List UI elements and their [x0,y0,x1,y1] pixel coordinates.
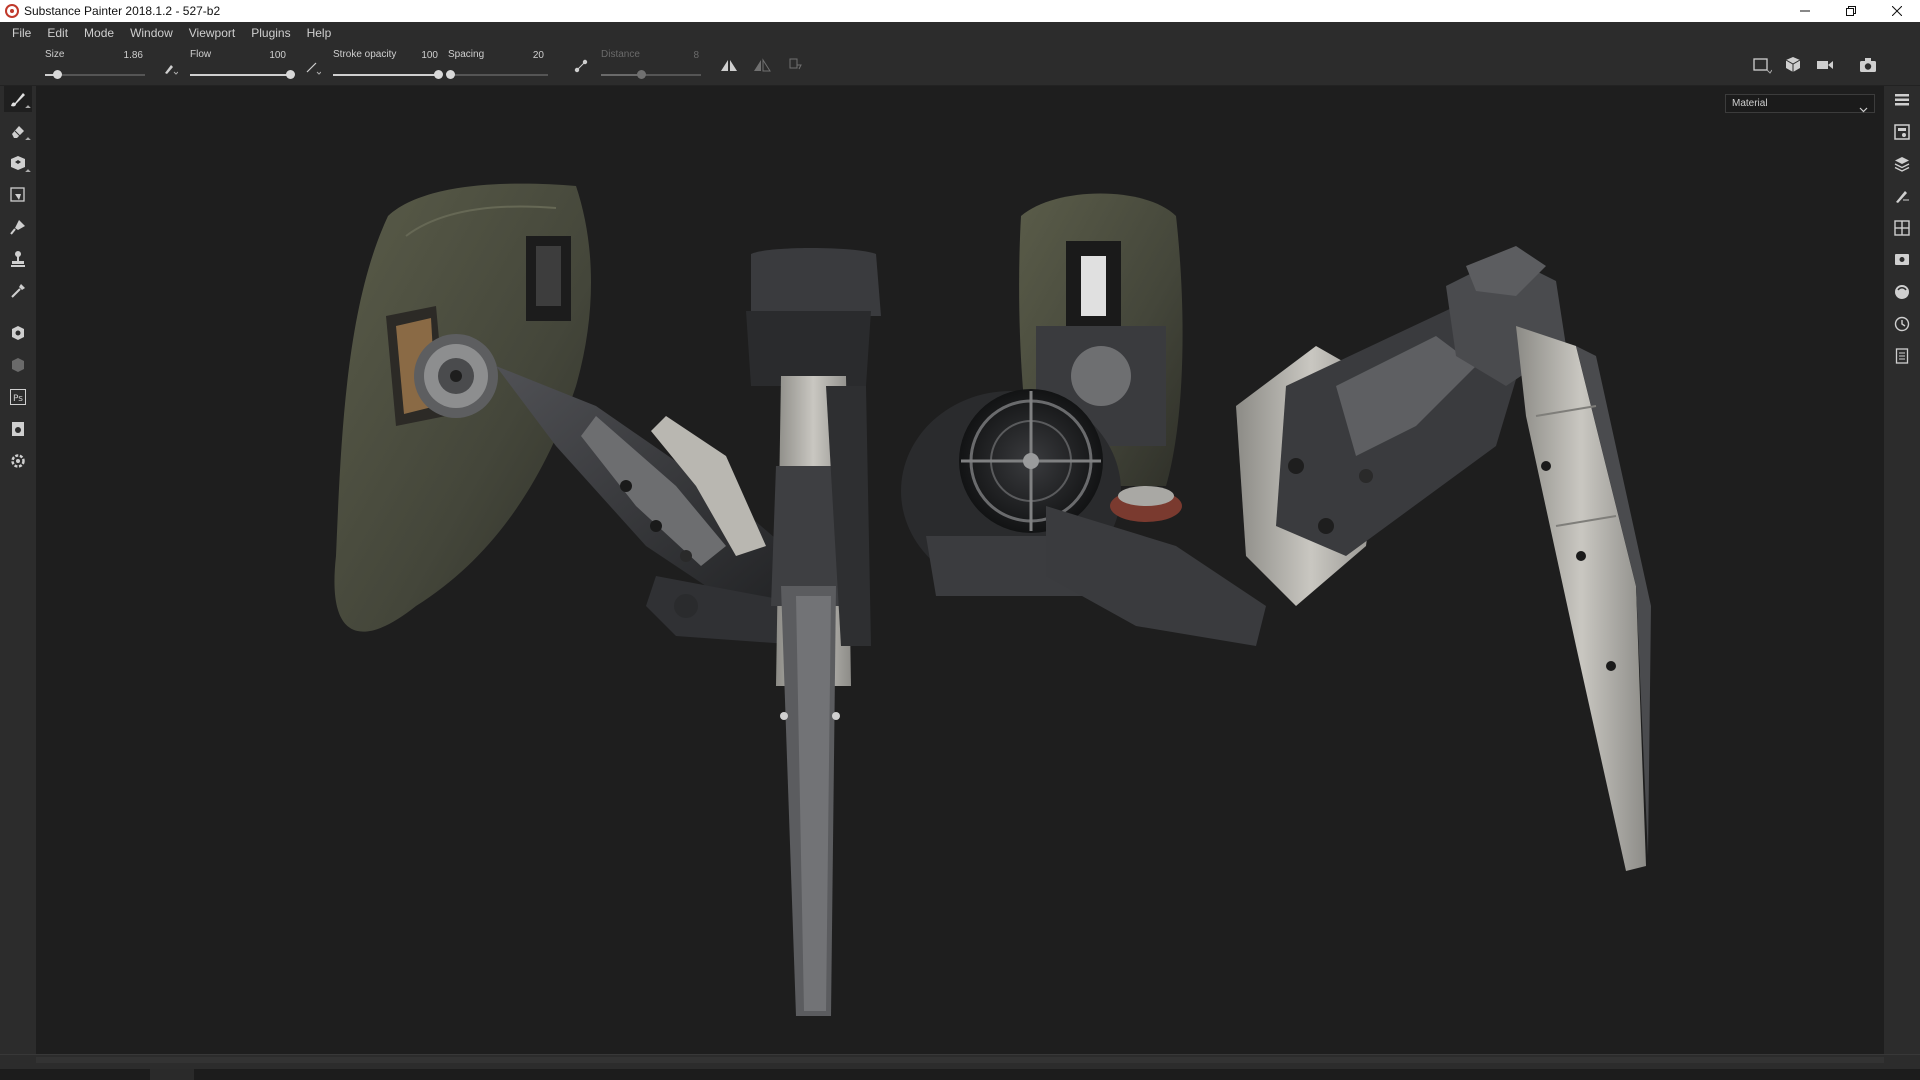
flow-track[interactable] [190,70,295,79]
size-value[interactable]: 1.86 [124,50,143,61]
stroke-opacity-value[interactable]: 100 [421,50,438,61]
layers-icon[interactable] [1890,152,1914,176]
bottom-panel-tab[interactable] [150,1069,194,1080]
svg-text:Ps: Ps [13,394,23,404]
flow-fill [190,74,290,76]
distance-handle [637,70,646,79]
distance-fill [601,74,641,76]
menu-help[interactable]: Help [299,26,340,40]
menu-viewport[interactable]: Viewport [181,26,243,40]
window-title: Substance Painter 2018.1.2 - 527-b2 [24,4,221,18]
display-settings-icon[interactable] [1890,248,1914,272]
texture-set-list-icon[interactable] [1890,88,1914,112]
menu-file[interactable]: File [4,26,39,40]
stroke-opacity-label: Stroke opacity [333,49,397,60]
stroke-opacity-handle[interactable] [434,70,443,79]
distance-label: Distance [601,49,640,60]
paint-brush-icon[interactable] [4,86,32,112]
size-track[interactable] [45,70,145,79]
viewport-2d-icon[interactable] [1750,54,1774,76]
tool-options-bar: Size 1.86 Flow 100 Stroke opacity 100 Sp… [0,44,1920,86]
viewport-3d-cube-icon[interactable] [1782,54,1806,76]
texture-set-settings-icon[interactable] [1890,120,1914,144]
spacing-handle[interactable] [446,70,455,79]
window-controls [1782,0,1920,22]
polygon-fill-icon[interactable] [4,182,32,208]
uv-grid-icon[interactable] [1890,216,1914,240]
bake-mesh-maps-icon[interactable] [4,320,32,346]
menu-plugins[interactable]: Plugins [243,26,298,40]
stroke-line-icon[interactable] [303,58,323,78]
distance-slider: Distance 8 [601,44,701,86]
iray-render-icon[interactable] [4,352,32,378]
flow-label: Flow [190,49,212,60]
shader-settings-sphere-icon[interactable] [1890,280,1914,304]
size-label: Size [45,49,65,60]
properties-brush-icon[interactable] [1890,184,1914,208]
spacing-track[interactable] [446,70,548,79]
viewport-mode-dropdown[interactable]: Material [1725,94,1875,113]
dock-bar-right [1884,86,1920,1054]
size-handle[interactable] [53,70,62,79]
photoshop-export-icon[interactable]: Ps [4,384,32,410]
screenshot-camera-icon[interactable] [1856,54,1880,76]
menu-bar: File Edit Mode Window Viewport Plugins H… [0,22,1920,44]
distance-value: 8 [693,50,699,61]
distance-track [601,70,701,79]
substance-painter-window: Substance Painter 2018.1.2 - 527-b2 File… [0,0,1920,1080]
flow-value[interactable]: 100 [269,50,286,61]
lazy-mouse-icon[interactable] [571,56,591,76]
chevron-down-icon [1859,99,1868,118]
stroke-opacity-fill [333,74,438,76]
spacing-value[interactable]: 20 [533,50,544,61]
projection-icon[interactable] [4,150,32,176]
export-textures-icon[interactable] [4,416,32,442]
mechanical-spider-robot-3d-model[interactable] [36,86,1884,1054]
clone-stamp-icon[interactable] [4,246,32,272]
menu-edit[interactable]: Edit [39,26,76,40]
3d-viewport[interactable]: Material [36,86,1884,1054]
history-clock-icon[interactable] [1890,312,1914,336]
rotation-icon[interactable] [784,55,806,75]
flow-handle[interactable] [286,70,295,79]
viewport-scrollbar[interactable] [36,1057,1884,1063]
pressure-pen-icon[interactable] [160,58,180,78]
symmetry-mirror-icon[interactable] [751,55,773,75]
substance-painter-logo-icon [5,4,19,18]
color-picker-icon[interactable] [4,278,32,304]
tool-bar-left: Ps [0,86,36,1054]
stroke-opacity-slider[interactable]: Stroke opacity 100 [333,44,443,86]
symmetry-icon[interactable] [718,55,740,75]
menu-window[interactable]: Window [122,26,181,40]
flow-slider[interactable]: Flow 100 [190,44,295,86]
spacing-slider[interactable]: Spacing 20 [446,44,548,86]
log-document-icon[interactable] [1890,344,1914,368]
spacing-label: Spacing [448,49,485,60]
bottom-dock [0,1054,1920,1080]
camera-video-icon[interactable] [1814,54,1838,76]
settings-gear-icon[interactable] [4,448,32,474]
smudge-icon[interactable] [4,214,32,240]
minimize-icon[interactable] [1782,0,1828,22]
restore-icon[interactable] [1828,0,1874,22]
viewport-mode-label: Material [1732,98,1768,109]
bottom-panel-strip [0,1069,1920,1080]
close-icon[interactable] [1874,0,1920,22]
menu-mode[interactable]: Mode [76,26,122,40]
size-slider[interactable]: Size 1.86 [45,44,145,86]
title-bar: Substance Painter 2018.1.2 - 527-b2 [0,0,1920,22]
eraser-icon[interactable] [4,118,32,144]
stroke-opacity-track[interactable] [333,70,443,79]
